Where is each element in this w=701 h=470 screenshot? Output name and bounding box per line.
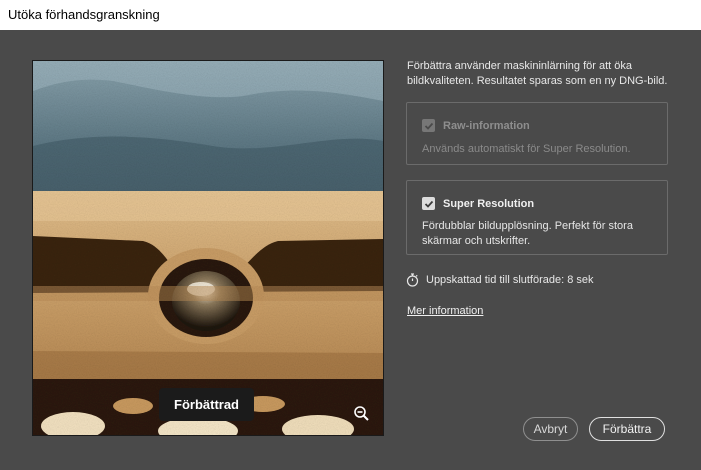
estimated-time-text: Uppskattad tid till slutförade: 8 sek (426, 274, 594, 286)
stopwatch-icon (406, 273, 419, 287)
super-resolution-option[interactable]: Super Resolution Fördubblar bildupplösni… (406, 180, 668, 255)
checkmark-icon (424, 122, 433, 130)
feature-description: Förbättra använder maskininlärning för a… (407, 60, 668, 87)
super-resolution-checkbox[interactable] (422, 197, 435, 210)
enhanced-badge: Förbättrad (159, 388, 254, 421)
raw-details-description: Används automatiskt för Super Resolution… (422, 143, 631, 155)
raw-details-option: Raw-information Används automatiskt för … (406, 102, 668, 165)
estimated-time: Uppskattad tid till slutförade: 8 sek (406, 273, 594, 287)
preview-photo (33, 61, 383, 435)
super-resolution-description: Fördubblar bildupplösning. Perfekt för s… (422, 220, 633, 247)
super-resolution-label[interactable]: Super Resolution (443, 198, 534, 210)
checkmark-icon (424, 200, 433, 208)
enhance-button[interactable]: Förbättra (589, 417, 665, 441)
window-title: Utöka förhandsgranskning (0, 0, 701, 30)
cancel-button[interactable]: Avbryt (523, 417, 578, 441)
enhance-preview-dialog: Förbättrad Förbättra använder maskininlä… (0, 30, 701, 470)
preview-image[interactable]: Förbättrad (32, 60, 384, 436)
raw-details-checkbox (422, 119, 435, 132)
more-info-link[interactable]: Mer information (407, 305, 483, 317)
zoom-out-icon[interactable] (353, 405, 371, 423)
raw-details-label: Raw-information (443, 119, 530, 132)
